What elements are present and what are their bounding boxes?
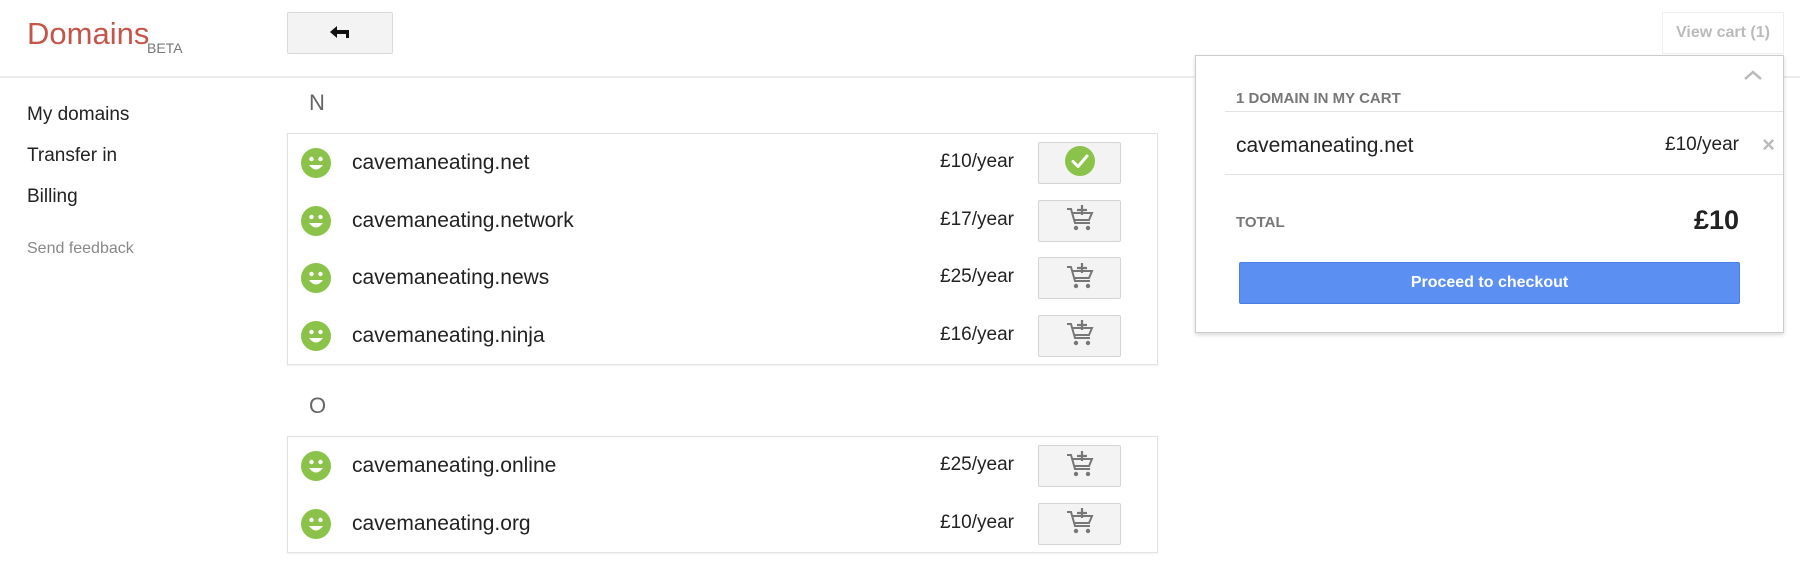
in-cart-button[interactable] bbox=[1038, 142, 1121, 184]
available-smiley-icon bbox=[301, 148, 331, 178]
section-letter: O bbox=[309, 393, 327, 418]
available-smiley-icon bbox=[301, 205, 331, 236]
domain-row: cavemaneating.network £17/year bbox=[288, 192, 1157, 250]
domain-price: £17/year bbox=[940, 208, 1014, 230]
chevron-up-icon bbox=[1744, 70, 1762, 80]
domain-price: £16/year bbox=[940, 323, 1014, 345]
domain-row: cavemaneating.online £25/year bbox=[288, 437, 1157, 495]
domain-price: £10/year bbox=[940, 151, 1014, 172]
available-smiley-icon bbox=[301, 508, 331, 539]
proceed-to-checkout-button[interactable]: Proceed to checkout bbox=[1239, 262, 1740, 304]
domain-name: cavemaneating.org bbox=[352, 511, 531, 535]
back-arrow-icon bbox=[330, 26, 349, 38]
cart-item-name: cavemaneating.net bbox=[1236, 134, 1414, 157]
send-feedback-link[interactable]: Send feedback bbox=[27, 240, 134, 258]
total-value: £10 bbox=[1693, 205, 1739, 235]
domain-price: £25/year bbox=[940, 266, 1014, 287]
total-label: TOTAL bbox=[1236, 214, 1285, 231]
view-cart-button[interactable]: View cart (1) bbox=[1662, 12, 1784, 54]
beta-badge: BETA bbox=[147, 40, 183, 56]
domain-name: cavemaneating.network bbox=[352, 208, 574, 232]
domain-row: cavemaneating.ninja £16/year bbox=[288, 307, 1157, 365]
remove-item-icon[interactable]: × bbox=[1762, 132, 1775, 158]
checkmark-icon bbox=[1064, 145, 1095, 181]
domain-price: £25/year bbox=[940, 454, 1014, 475]
domain-name: cavemaneating.net bbox=[352, 151, 530, 174]
add-to-cart-button[interactable] bbox=[1038, 445, 1121, 487]
add-cart-icon bbox=[1065, 318, 1095, 353]
sidebar-nav: My domains Transfer in Billing Send feed… bbox=[27, 103, 134, 258]
cart-heading: 1 DOMAIN IN MY CART bbox=[1236, 90, 1401, 107]
available-smiley-icon bbox=[301, 320, 331, 351]
domain-row: cavemaneating.news £25/year bbox=[288, 249, 1157, 307]
add-cart-icon bbox=[1065, 506, 1095, 541]
sidebar-item-my-domains[interactable]: My domains bbox=[27, 103, 134, 144]
sidebar-item-transfer-in[interactable]: Transfer in bbox=[27, 144, 134, 185]
sidebar-item-billing[interactable]: Billing bbox=[27, 185, 134, 226]
domain-row: cavemaneating.org £10/year bbox=[288, 495, 1157, 553]
divider bbox=[1225, 111, 1783, 112]
add-to-cart-button[interactable] bbox=[1038, 199, 1121, 242]
domain-name: cavemaneating.ninja bbox=[352, 323, 545, 347]
app-logo[interactable]: Domains bbox=[27, 16, 149, 52]
available-smiley-icon bbox=[301, 263, 331, 293]
section-letter: N bbox=[309, 90, 325, 115]
domain-list-card: cavemaneating.net £10/year cavemaneating.n… bbox=[287, 133, 1158, 365]
add-cart-icon bbox=[1065, 261, 1095, 296]
cart-item-price: £10/year bbox=[1665, 134, 1739, 155]
add-cart-icon bbox=[1065, 203, 1095, 238]
collapse-cart-button[interactable] bbox=[1743, 68, 1763, 86]
cart-panel: 1 DOMAIN IN MY CART cavemaneating.net £1… bbox=[1195, 55, 1784, 333]
back-button[interactable] bbox=[287, 12, 393, 54]
divider bbox=[1225, 174, 1783, 175]
add-to-cart-button[interactable] bbox=[1038, 502, 1121, 545]
add-to-cart-button[interactable] bbox=[1038, 257, 1121, 299]
domain-name: cavemaneating.news bbox=[352, 266, 550, 289]
domain-list-card: cavemaneating.online £25/year cavemaneatin… bbox=[287, 436, 1158, 553]
add-to-cart-button[interactable] bbox=[1038, 314, 1121, 357]
available-smiley-icon bbox=[301, 451, 331, 481]
domain-price: £10/year bbox=[940, 511, 1014, 533]
domain-name: cavemaneating.online bbox=[352, 454, 557, 477]
add-cart-icon bbox=[1065, 449, 1095, 484]
domain-row: cavemaneating.net £10/year bbox=[288, 134, 1157, 192]
